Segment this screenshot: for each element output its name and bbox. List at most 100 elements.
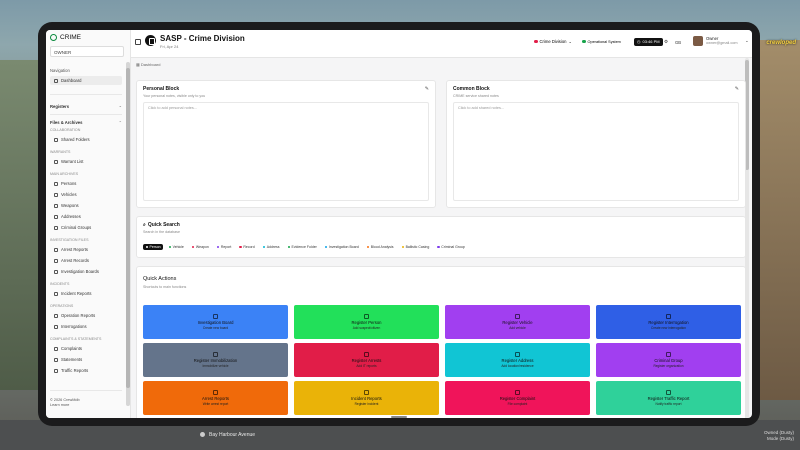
category-warrants: WARRANTS xyxy=(50,150,71,154)
group-icon xyxy=(54,225,58,230)
files-section[interactable]: Files & Archives xyxy=(50,120,82,125)
search-chip-0[interactable]: Person xyxy=(143,244,164,251)
division-label: Crime Division xyxy=(539,39,567,44)
category-incidents: INCIDENTS xyxy=(50,282,70,286)
action-title: Register Immobilization xyxy=(193,358,238,363)
hud-money: crewloped xyxy=(766,40,796,46)
search-chip-8[interactable]: Blood Analysis xyxy=(364,244,396,250)
sidebar-scrollbar[interactable] xyxy=(126,62,130,406)
search-chip-5[interactable]: Address xyxy=(260,244,282,250)
sidebar-item-traffic-reports[interactable]: Traffic Reports xyxy=(50,366,122,375)
search-chip-7[interactable]: Investigation Board xyxy=(322,244,361,250)
sidebar-item-weapons[interactable]: Weapons xyxy=(50,201,122,210)
users-icon xyxy=(54,181,58,186)
quick-action-9[interactable]: Incident Reports Register incident xyxy=(294,381,439,415)
quick-action-0[interactable]: Investigation Board Create new board xyxy=(143,305,288,339)
shared-notes-input[interactable]: Click to add shared notes... xyxy=(453,102,739,201)
sidebar-item-label: Addresses xyxy=(61,214,81,219)
action-icon xyxy=(515,390,520,395)
alert-icon xyxy=(54,291,58,296)
sidebar-item-shared-folders[interactable]: Shared Folders xyxy=(50,135,122,144)
search-chip-1[interactable]: Vehicle xyxy=(166,244,186,250)
sidebar-item-complaints[interactable]: Complaints xyxy=(50,344,122,353)
sidebar-item-vehicles[interactable]: Vehicles xyxy=(50,190,122,199)
sidebar-item-warrant-list[interactable]: Warrant List xyxy=(50,157,122,166)
sidebar-item-criminal-groups[interactable]: Criminal Groups xyxy=(50,223,122,232)
navigation-label: Navigation xyxy=(50,68,70,73)
sidebar-item-label: Arrest Records xyxy=(61,258,89,263)
action-subtitle: Notify traffic report xyxy=(655,402,682,406)
sidebar-item-operation-reports[interactable]: Operation Reports xyxy=(50,311,122,320)
breadcrumb-item[interactable]: Dashboard xyxy=(141,62,161,67)
clock-time: 03:46 PM xyxy=(642,39,660,44)
action-subtitle: Register incident xyxy=(354,402,379,406)
grid-icon xyxy=(54,78,58,83)
edit-icon[interactable]: ✎ xyxy=(425,86,429,92)
common-block-subtitle: CRIME service shared notes xyxy=(453,94,499,98)
sidebar-item-label: Warrant List xyxy=(61,159,84,164)
divider xyxy=(50,390,122,391)
sidebar-item-investigation-boards[interactable]: Investigation Boards xyxy=(50,267,122,276)
sidebar-item-interrogations[interactable]: Interrogations xyxy=(50,322,122,331)
sidebar-item-dashboard[interactable]: Dashboard xyxy=(50,76,122,85)
quick-action-5[interactable]: Register Arrests Add IT reports xyxy=(294,343,439,377)
chevron-down-icon[interactable]: ⌄ xyxy=(745,38,749,44)
quick-action-6[interactable]: Register Address Add location/residence xyxy=(445,343,590,377)
quick-action-10[interactable]: Register Complaint File complaint xyxy=(445,381,590,415)
chip-label: Record xyxy=(243,245,255,250)
sidebar-item-arrest-records[interactable]: Arrest Records xyxy=(50,256,122,265)
sidebar-item-incident-reports[interactable]: Incident Reports xyxy=(50,289,122,298)
action-title: Register Arrests xyxy=(351,358,382,363)
user-email: owner@gmail.com xyxy=(706,41,738,45)
action-icon xyxy=(213,352,218,357)
division-logo-icon xyxy=(145,35,156,46)
sidebar-item-addresses[interactable]: Addresses xyxy=(50,212,122,221)
division-select[interactable]: Crime Division ⌄ xyxy=(531,37,575,46)
quick-action-3[interactable]: Register Interrogation Create new interro… xyxy=(596,305,741,339)
hud-street-name: Bay Harbour Avenue xyxy=(200,432,255,438)
quick-action-7[interactable]: Criminal Group Register organization xyxy=(596,343,741,377)
owner-select[interactable]: OWNER xyxy=(50,46,124,57)
chip-dot-icon xyxy=(437,245,440,249)
chevron-down-icon[interactable]: ⌄ xyxy=(119,103,122,108)
settings-icon[interactable]: ⚙ xyxy=(664,39,668,45)
learn-more-link[interactable]: Learn more xyxy=(50,403,80,408)
quick-action-8[interactable]: Arrest Reports Write arrest report xyxy=(143,381,288,415)
action-title: Register Complaint xyxy=(499,396,536,401)
action-icon xyxy=(515,352,520,357)
tablet-screen: CRIME OWNER Navigation Dashboard Registe… xyxy=(46,30,752,418)
search-chip-4[interactable]: Record xyxy=(237,244,257,250)
sidebar-toggle-icon[interactable] xyxy=(135,39,141,45)
user-menu[interactable]: Owner owner@gmail.com xyxy=(706,36,738,46)
action-icon xyxy=(666,314,671,319)
search-chip-3[interactable]: Report xyxy=(214,244,234,250)
avatar[interactable] xyxy=(693,36,703,46)
action-title: Incident Reports xyxy=(351,396,382,401)
brand: CRIME xyxy=(50,34,81,41)
quick-action-1[interactable]: Register Person Add suspect/citizen xyxy=(294,305,439,339)
quick-action-2[interactable]: Register Vehicle Add vehicle xyxy=(445,305,590,339)
hud-mode-label: Mode (Dusty) xyxy=(766,436,794,441)
search-chip-9[interactable]: Ballistic Casing xyxy=(399,244,432,250)
sidebar-item-arrest-reports[interactable]: Arrest Reports xyxy=(50,245,122,254)
sidebar-item-persons[interactable]: Persons xyxy=(50,179,122,188)
home-icon xyxy=(54,214,58,219)
registers-section[interactable]: Registers xyxy=(50,104,69,109)
sidebar-item-label: Operation Reports xyxy=(61,313,96,318)
chip-label: Ballistic Casing xyxy=(405,245,430,250)
language-switch[interactable]: GB xyxy=(675,40,681,45)
edit-icon[interactable]: ✎ xyxy=(735,86,739,92)
search-chip-10[interactable]: Criminal Group xyxy=(435,244,468,250)
search-chip-6[interactable]: Evidence Folder xyxy=(285,244,319,250)
search-chip-2[interactable]: Weapon xyxy=(189,244,211,250)
quick-action-11[interactable]: Register Traffic Report Notify traffic re… xyxy=(596,381,741,415)
personal-notes-input[interactable]: Click to add personal notes... xyxy=(143,102,429,201)
sidebar-item-statements[interactable]: Statements xyxy=(50,355,122,364)
quick-action-4[interactable]: Register Immobilization Immobilize vehicl… xyxy=(143,343,288,377)
chip-label: Blood Analysis xyxy=(370,245,394,250)
sidebar-item-label: Vehicles xyxy=(61,192,77,197)
sidebar-scroll-thumb[interactable] xyxy=(126,68,130,388)
sidebar-item-label: Complaints xyxy=(61,346,82,351)
chevron-up-icon[interactable]: ⌃ xyxy=(119,120,122,125)
quick-actions-title: Quick Actions xyxy=(143,276,177,282)
